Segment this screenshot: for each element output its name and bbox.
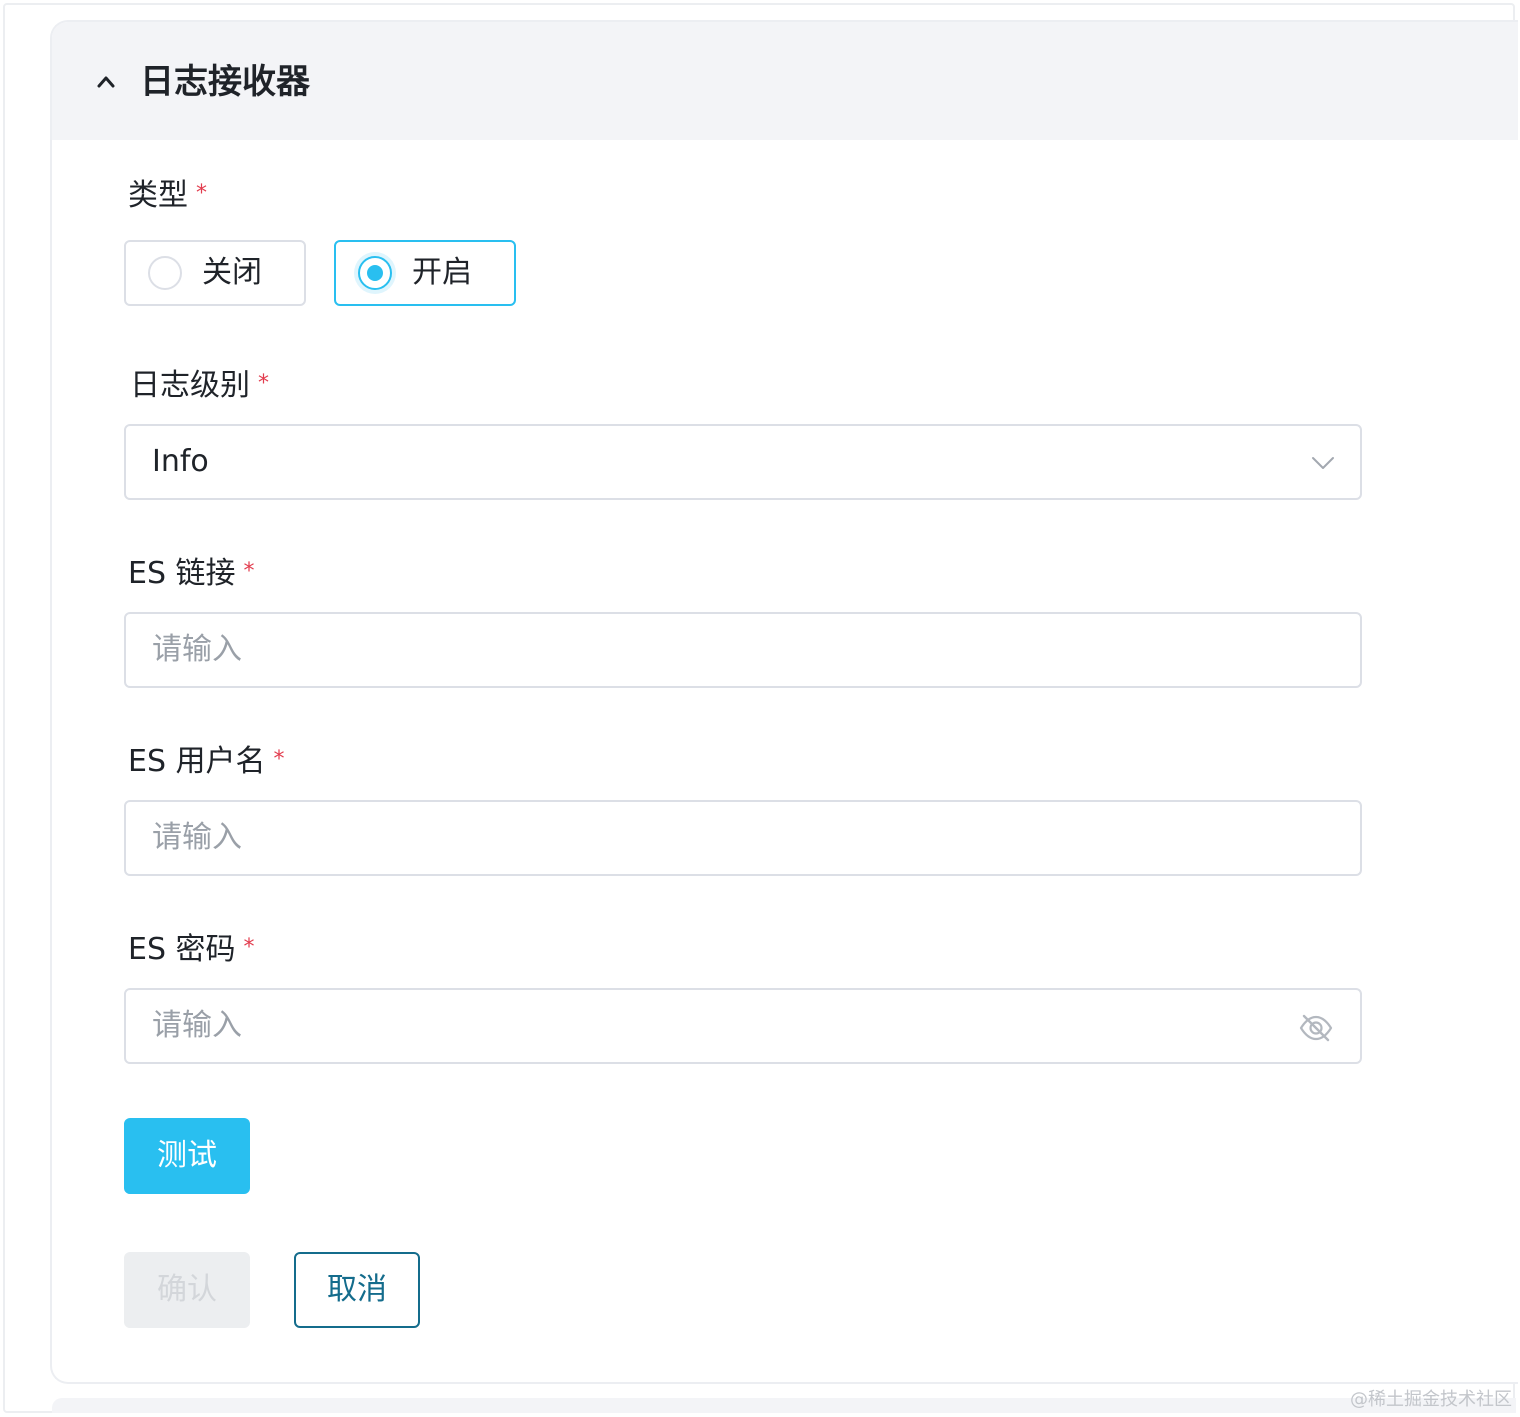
radio-label-open: 开启 xyxy=(412,255,472,290)
chevron-up-icon[interactable] xyxy=(96,72,116,92)
es-password-label: ES 密码 * xyxy=(128,930,255,970)
type-label-text: 类型 xyxy=(128,178,188,213)
log-level-value: Info xyxy=(152,444,209,479)
test-button[interactable]: 测试 xyxy=(124,1118,250,1194)
radio-option-close[interactable]: 关闭 xyxy=(124,240,306,306)
radio-circle[interactable] xyxy=(148,256,182,290)
es-password-input[interactable]: 请输入 xyxy=(124,988,1362,1064)
es-username-label-text: ES 用户名 xyxy=(128,744,266,779)
required-mark: * xyxy=(258,371,269,396)
es-link-label: ES 链接 * xyxy=(128,554,255,594)
es-password-label-text: ES 密码 xyxy=(128,932,236,967)
es-username-placeholder: 请输入 xyxy=(152,820,242,855)
es-username-label: ES 用户名 * xyxy=(128,742,285,782)
required-mark: * xyxy=(243,935,255,960)
eye-off-icon[interactable] xyxy=(1298,1010,1334,1046)
radio-circle-selected[interactable] xyxy=(358,256,392,290)
es-link-placeholder: 请输入 xyxy=(152,632,242,667)
radio-label-close: 关闭 xyxy=(202,255,262,290)
log-receiver-panel: 日志接收器 类型 * 关闭 开启 日志级别 * Info ES 链接 * 请输入 ES… xyxy=(50,20,1518,1384)
log-level-select[interactable]: Info xyxy=(124,424,1362,500)
panel-title: 日志接收器 xyxy=(140,62,310,102)
cancel-button[interactable]: 取消 xyxy=(294,1252,420,1328)
type-label: 类型 * xyxy=(128,176,207,216)
watermark: @稀土掘金技术社区 xyxy=(1350,1389,1512,1410)
es-username-input[interactable]: 请输入 xyxy=(124,800,1362,876)
panel-header[interactable]: 日志接收器 xyxy=(52,22,1518,140)
es-link-input[interactable]: 请输入 xyxy=(124,612,1362,688)
es-link-label-text: ES 链接 xyxy=(128,556,236,591)
es-password-placeholder: 请输入 xyxy=(152,1008,242,1043)
required-mark: * xyxy=(196,181,207,206)
radio-option-open[interactable]: 开启 xyxy=(334,240,516,306)
log-level-label-text: 日志级别 xyxy=(130,368,250,403)
required-mark: * xyxy=(273,747,285,772)
next-panel-edge xyxy=(52,1398,1516,1413)
required-mark: * xyxy=(243,559,255,584)
confirm-button[interactable]: 确认 xyxy=(124,1252,250,1328)
chevron-down-icon[interactable] xyxy=(1310,450,1336,476)
log-level-label: 日志级别 * xyxy=(130,366,269,406)
